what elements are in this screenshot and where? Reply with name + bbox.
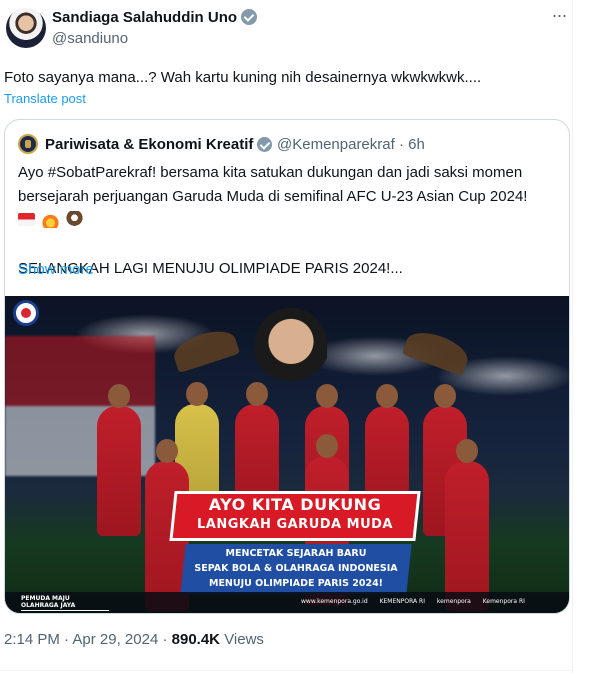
social-handle-text: KEMENPORA RI bbox=[379, 598, 425, 605]
player-figure bbox=[445, 439, 489, 611]
poster-subtitle-line: MENCETAK SEJARAH BARU bbox=[225, 548, 367, 559]
tagline-underline bbox=[21, 610, 109, 611]
verified-badge-icon bbox=[241, 9, 258, 25]
quoted-tweet[interactable]: Pariwisata & Ekonomi Kreatif @Kemenparek… bbox=[4, 119, 570, 614]
quoted-text-line: bersejarah perjuangan Garuda Muda di sem… bbox=[18, 188, 528, 205]
poster-subtitle-line: MENUJU OLIMPIADE PARIS 2024! bbox=[208, 578, 384, 589]
tagline-line: PEMUDA MAJU bbox=[21, 595, 70, 602]
fire-icon bbox=[42, 211, 60, 228]
poster-subtitle-line: SEPAK BOLA & OLAHRAGA INDONESIA bbox=[194, 563, 398, 574]
tweet-text: Foto sayanya mana...? Wah kartu kuning n… bbox=[4, 69, 482, 86]
views-label: Views bbox=[224, 631, 264, 648]
quoted-author-name-text[interactable]: Pariwisata & Ekonomi Kreatif bbox=[45, 136, 253, 153]
post-date[interactable]: Apr 29, 2024 bbox=[72, 631, 158, 648]
poster-subtitle: MENCETAK SEJARAH BARU SEPAK BOLA & OLAHR… bbox=[183, 546, 409, 591]
quoted-text-line: Ayo #SobatParekraf! bersama kita satukan… bbox=[18, 164, 523, 181]
author-name-text[interactable]: Sandiaga Salahuddin Uno bbox=[52, 9, 237, 26]
author-avatar[interactable] bbox=[6, 8, 46, 48]
views-count: 890.4K bbox=[171, 631, 221, 648]
social-handle-text: Kemenpora RI bbox=[482, 598, 525, 605]
author-handle[interactable]: @sandiuno bbox=[52, 30, 128, 47]
coach-portrait bbox=[255, 308, 327, 396]
quoted-author-handle[interactable]: @Kemenparekraf bbox=[277, 136, 395, 153]
quoted-text-line: SELANGKAH LAGI MENUJU OLIMPIADE PARIS 20… bbox=[18, 260, 403, 277]
author-name[interactable]: Sandiaga Salahuddin Uno bbox=[52, 9, 258, 26]
poster-title-line: AYO KITA DUKUNG bbox=[208, 495, 382, 514]
bottom-divider bbox=[0, 670, 573, 671]
emoji-row bbox=[18, 209, 563, 233]
quoted-author-name[interactable]: Pariwisata & Ekonomi Kreatif bbox=[45, 136, 273, 153]
poster-title: AYO KITA DUKUNG LANGKAH GARUDA MUDA bbox=[175, 494, 415, 534]
column-divider bbox=[572, 0, 573, 673]
poster-footer-links: www.kemenpora.go.id KEMENPORA RI kemenpo… bbox=[301, 598, 535, 605]
quoted-media-image[interactable]: AYO KITA DUKUNG LANGKAH GARUDA MUDA MENC… bbox=[5, 296, 569, 613]
eagle-icon bbox=[66, 211, 84, 228]
post-time[interactable]: 2:14 PM bbox=[4, 631, 60, 648]
poster-title-line: LANGKAH GARUDA MUDA bbox=[197, 517, 393, 532]
meta-separator: · bbox=[162, 631, 168, 648]
website-text: www.kemenpora.go.id bbox=[301, 598, 368, 605]
quoted-tweet-text: Ayo #SobatParekraf! bersama kita satukan… bbox=[18, 161, 563, 281]
translate-post-link[interactable]: Translate post bbox=[4, 91, 86, 106]
show-more-link[interactable]: Show more bbox=[18, 261, 94, 278]
post-meta: 2:14 PM · Apr 29, 2024 · 890.4K Views bbox=[4, 631, 264, 648]
social-handle-text: kemenpora bbox=[436, 598, 471, 605]
more-options-icon[interactable]: ··· bbox=[548, 6, 570, 28]
player-figure bbox=[97, 384, 141, 536]
quoted-verified-badge-icon bbox=[257, 137, 273, 152]
kemenpora-logo bbox=[13, 300, 39, 326]
tagline-line: OLAHRAGA JAYA bbox=[21, 602, 76, 609]
flag-indonesia-icon bbox=[18, 213, 35, 226]
quoted-author-meta: @Kemenparekraf · 6h bbox=[277, 136, 425, 153]
tweet: Sandiaga Salahuddin Uno @sandiuno ··· Fo… bbox=[0, 0, 611, 673]
poster-footer-tagline: PEMUDA MAJU OLAHRAGA JAYA bbox=[21, 595, 75, 609]
meta-separator: · bbox=[64, 631, 70, 648]
quoted-author-avatar[interactable] bbox=[18, 134, 38, 154]
meta-separator: · bbox=[398, 136, 404, 153]
quoted-post-time[interactable]: 6h bbox=[408, 136, 425, 153]
